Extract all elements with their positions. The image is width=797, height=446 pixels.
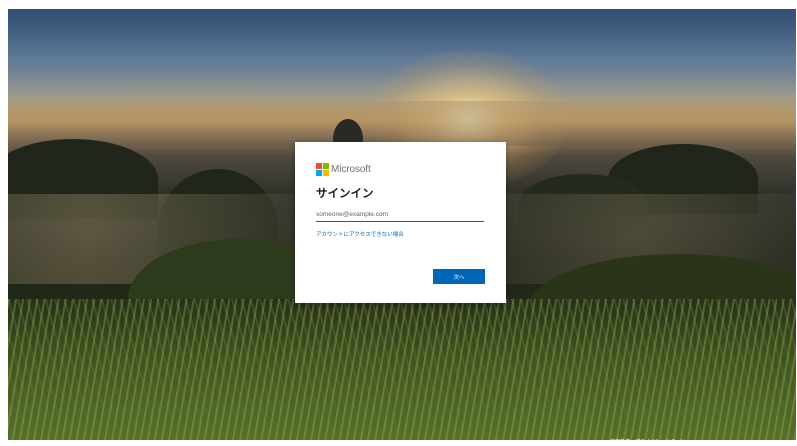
logo-square-yellow	[323, 170, 329, 176]
footer-links[interactable]: 使用条件 プライバシーと Cookie ...	[610, 438, 797, 446]
microsoft-logo-icon	[316, 163, 329, 176]
microsoft-logo: Microsoft	[316, 163, 371, 176]
logo-square-blue	[316, 170, 322, 176]
no-account-link[interactable]: アカウントにアクセスできない場合	[316, 230, 404, 238]
email-field[interactable]	[316, 207, 484, 222]
foreground-grass	[8, 299, 796, 440]
page-title: サインイン	[316, 186, 374, 200]
logo-square-red	[316, 163, 322, 169]
logo-text: Microsoft	[331, 163, 371, 175]
bay-water	[8, 101, 796, 146]
logo-square-green	[323, 163, 329, 169]
signin-card: Microsoft サインイン アカウントにアクセスできない場合 次へ	[295, 142, 506, 303]
next-button[interactable]: 次へ	[433, 269, 485, 284]
screen: Microsoft サインイン アカウントにアクセスできない場合 次へ 使用条件…	[0, 0, 797, 446]
